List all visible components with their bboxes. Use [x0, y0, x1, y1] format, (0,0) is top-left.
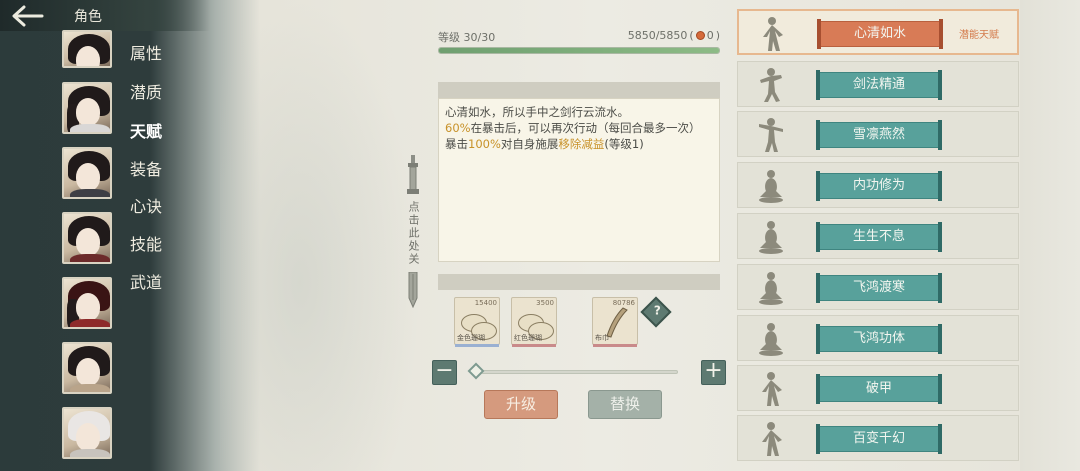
- menu-item-potential[interactable]: 潜质: [130, 79, 170, 103]
- talent-name: 剑法精通: [816, 70, 942, 100]
- character-portrait[interactable]: [62, 407, 112, 459]
- character-portrait[interactable]: [62, 212, 112, 264]
- figure-icon: [762, 372, 782, 406]
- increase-button[interactable]: +: [701, 360, 726, 385]
- talent-row[interactable]: 剑法精通: [737, 61, 1019, 107]
- exp-value: 5850/5850: [627, 29, 688, 42]
- talent-row[interactable]: 百变千幻: [737, 415, 1019, 461]
- character-portrait[interactable]: [62, 82, 112, 134]
- talent-name: 内功修为: [816, 171, 942, 201]
- talent-name: 飞鸿功体: [816, 324, 942, 354]
- talent-name: 生生不息: [816, 222, 942, 252]
- talent-name: 飞鸿渡寒: [816, 273, 942, 303]
- material-item[interactable]: 15400 金色珊瑚: [454, 297, 500, 347]
- close-hint[interactable]: 点击此处关: [398, 155, 428, 315]
- upgrade-button[interactable]: 升级: [484, 390, 558, 419]
- level-progress-fill: [439, 48, 719, 53]
- character-portrait[interactable]: [62, 30, 112, 68]
- material-item[interactable]: 80786 布巾: [592, 297, 638, 347]
- description-line: 暴击100%对自身施展移除减益(等级1): [445, 137, 644, 151]
- figure-icon: [760, 68, 782, 102]
- decrease-button[interactable]: −: [432, 360, 457, 385]
- talent-name: 心清如水: [817, 19, 943, 49]
- sword-blade-icon: [408, 272, 418, 308]
- level-label: 等级 30/30: [438, 31, 496, 44]
- ink-wash-decoration: [220, 0, 420, 471]
- figure-icon: [763, 17, 783, 51]
- meditating-figure-icon: [759, 170, 783, 203]
- talent-row[interactable]: 心清如水 潜能天赋: [737, 9, 1019, 55]
- figure-icon: [759, 118, 783, 152]
- talent-row[interactable]: 雪凛燕然: [737, 111, 1019, 157]
- description-footer: [438, 274, 720, 290]
- page-title: 角色: [74, 8, 102, 25]
- talent-row[interactable]: 生生不息: [737, 213, 1019, 259]
- talent-description: 心清如水，所以手中之剑行云流水。 60%在暴击后，可以再次行动（每回合最多一次）…: [438, 98, 720, 262]
- title-bar: 角色: [0, 0, 210, 31]
- talent-name: 破甲: [816, 374, 942, 404]
- menu-item-talent[interactable]: 天赋: [130, 118, 170, 142]
- description-header: [438, 82, 720, 98]
- character-portrait[interactable]: [62, 342, 112, 394]
- meditating-figure-icon: [759, 221, 783, 254]
- meditating-figure-icon: [759, 323, 783, 356]
- talent-name: 百变千幻: [816, 424, 942, 454]
- character-portrait[interactable]: [62, 147, 112, 199]
- quantity-slider-track[interactable]: [472, 370, 678, 374]
- menu-item-attributes[interactable]: 属性: [130, 40, 170, 64]
- level-progress-bar: [438, 47, 720, 54]
- meditating-figure-icon: [759, 272, 783, 305]
- coin-value: 0: [706, 29, 714, 42]
- talent-row[interactable]: 破甲: [737, 365, 1019, 411]
- coin-icon: [695, 31, 705, 40]
- back-arrow-icon: [12, 5, 44, 26]
- replace-button[interactable]: 替换: [588, 390, 662, 419]
- menu-item-martial-way[interactable]: 武道: [130, 269, 170, 293]
- talent-name: 雪凛燕然: [816, 120, 942, 150]
- exp-label: 5850/5850 (0): [627, 29, 720, 42]
- menu-item-mantra[interactable]: 心诀: [130, 193, 170, 217]
- menu-item-skills[interactable]: 技能: [130, 231, 170, 255]
- sword-hilt-icon: [407, 155, 419, 194]
- menu-item-equipment[interactable]: 装备: [130, 156, 170, 180]
- figure-icon: [762, 422, 782, 456]
- talent-row[interactable]: 内功修为: [737, 162, 1019, 208]
- material-item[interactable]: 3500 红色珊瑚: [511, 297, 557, 347]
- back-button[interactable]: [0, 0, 56, 31]
- talent-row[interactable]: 飞鸿渡寒: [737, 264, 1019, 310]
- character-portrait[interactable]: [62, 277, 112, 329]
- talent-row[interactable]: 飞鸿功体: [737, 315, 1019, 361]
- right-edge: [1020, 0, 1080, 471]
- talent-tag: 潜能天赋: [959, 30, 999, 41]
- close-hint-text: 点击此处关: [407, 201, 420, 266]
- description-line: 心清如水，所以手中之剑行云流水。: [445, 105, 629, 119]
- description-line: 60%在暴击后，可以再次行动（每回合最多一次）: [445, 121, 701, 135]
